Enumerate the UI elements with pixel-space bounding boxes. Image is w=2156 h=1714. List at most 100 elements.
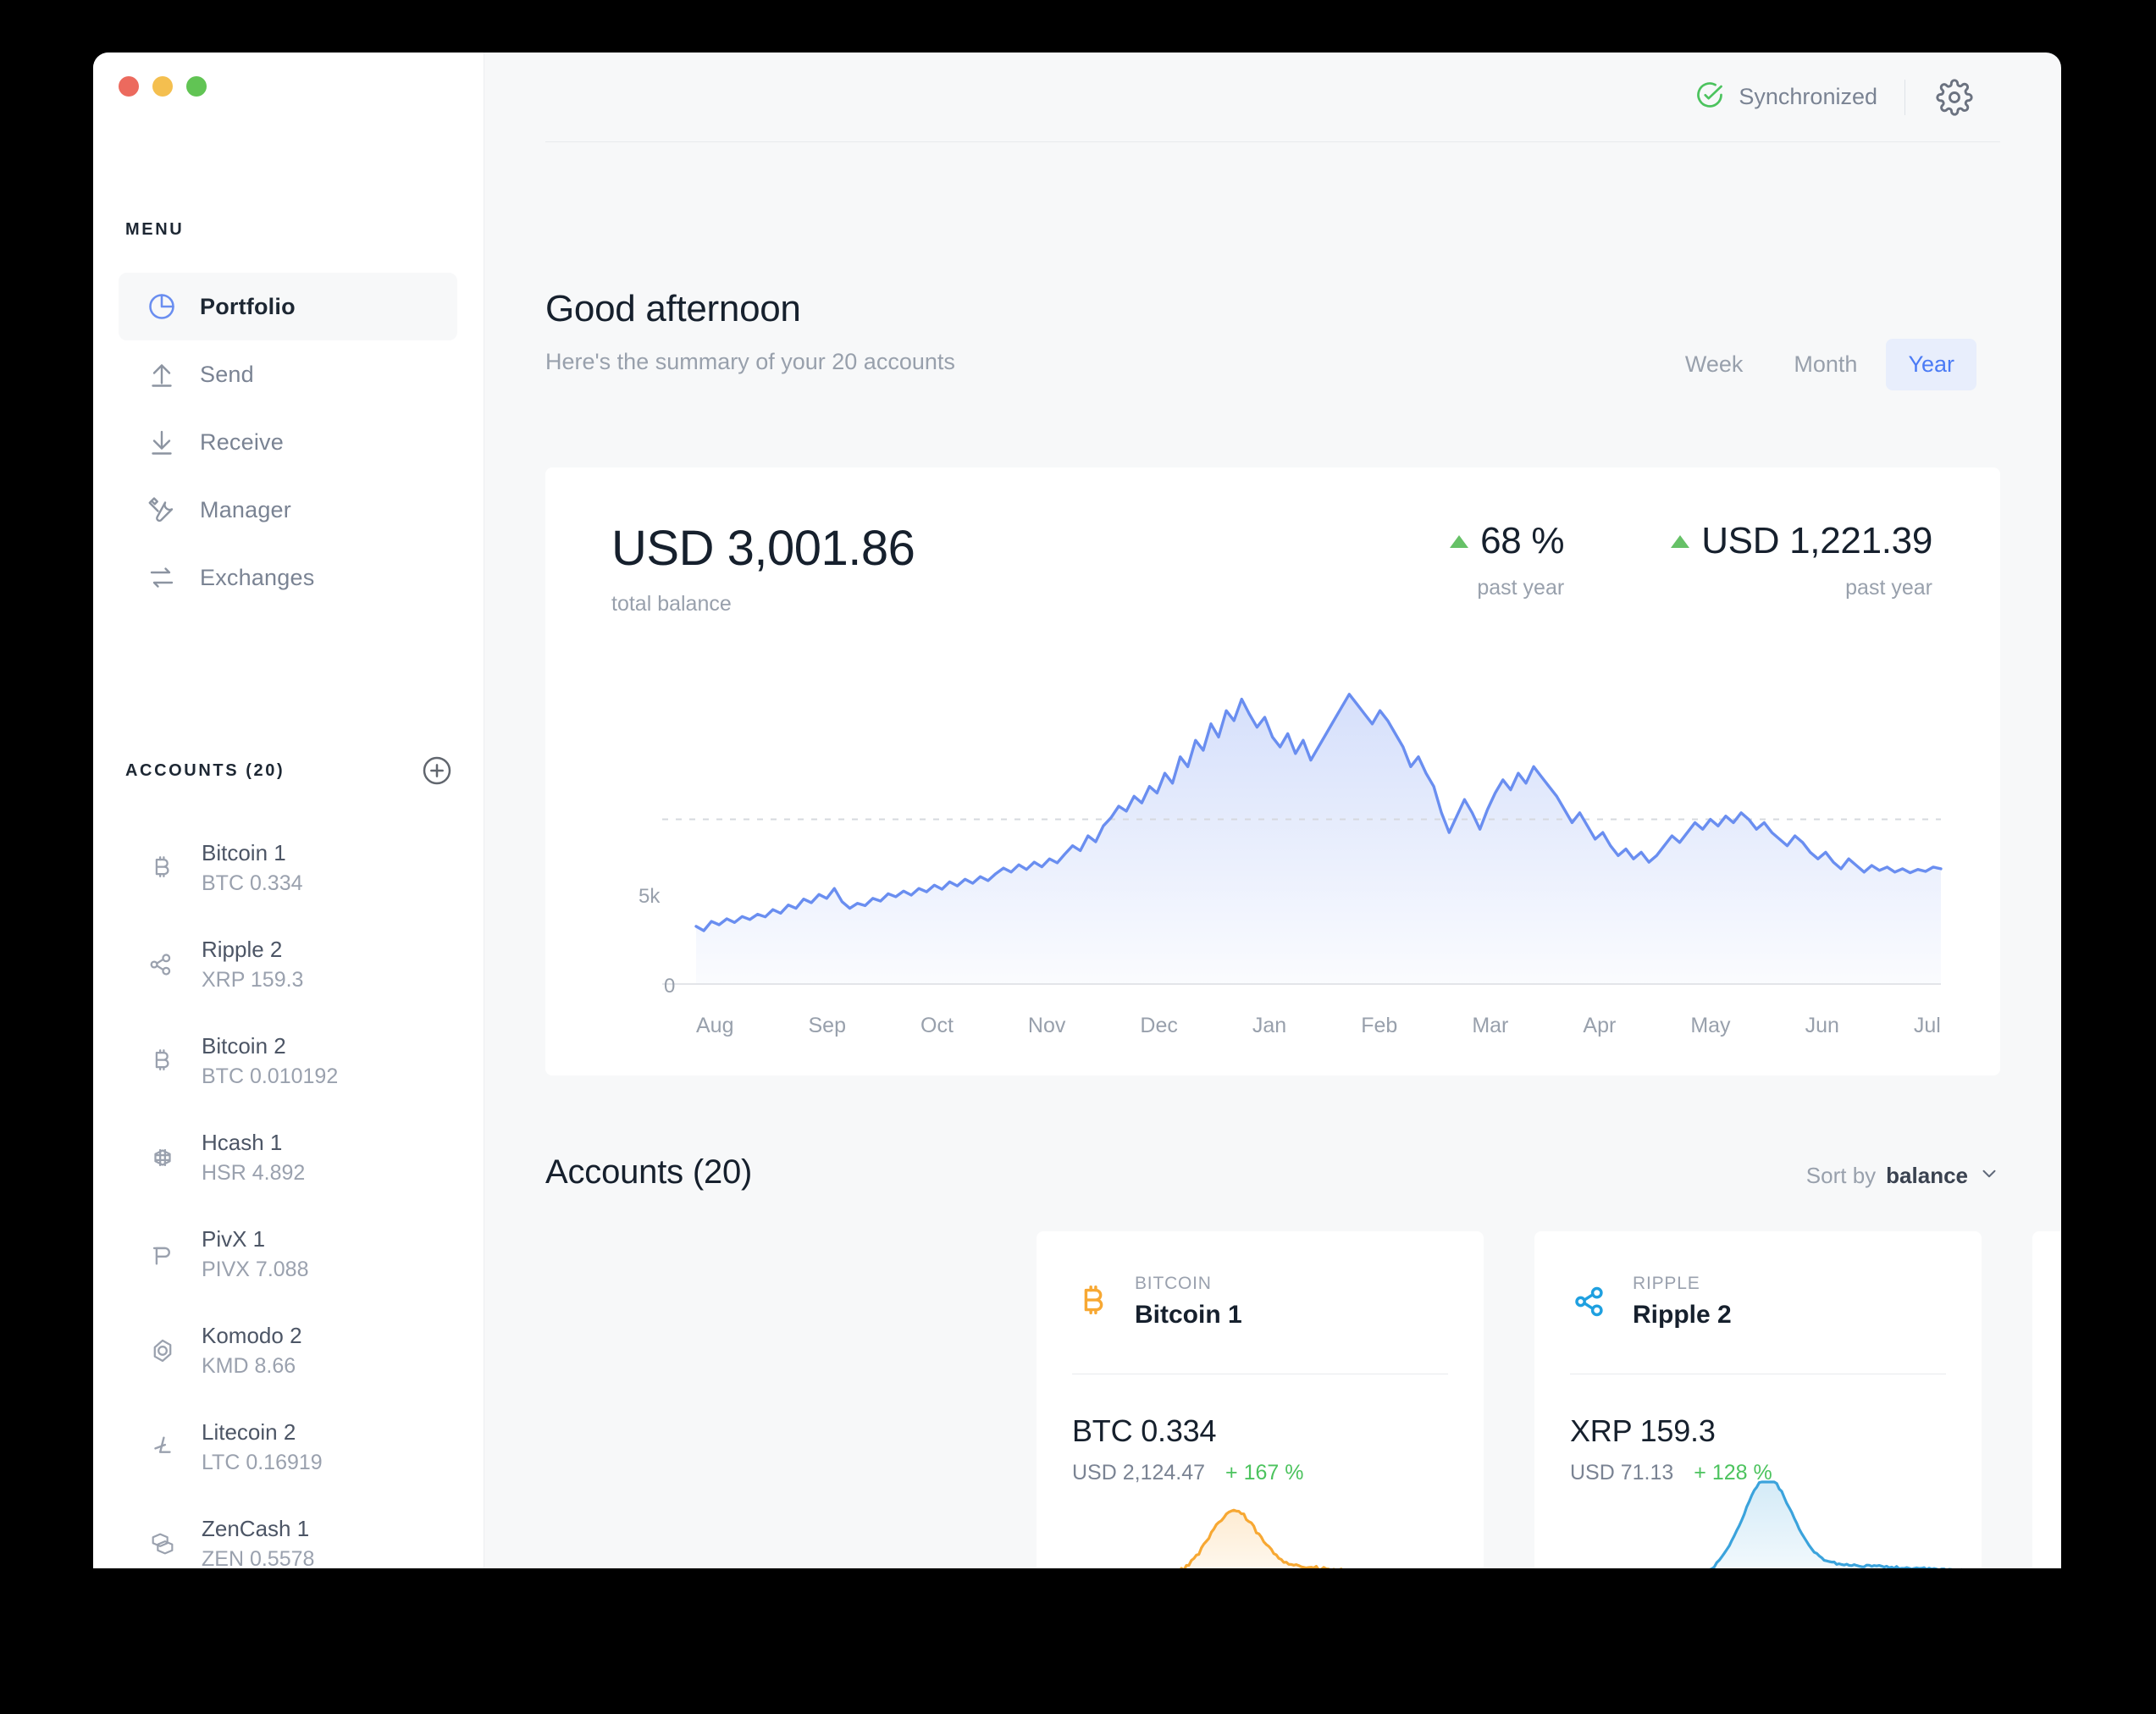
list-item[interactable]: Ripple 2 XRP 159.3 [119, 916, 474, 1013]
bitcoin-icon [146, 1044, 180, 1078]
card-ticker: BITCOIN [1135, 1274, 1242, 1294]
card-sparkline [1534, 1477, 1982, 1568]
card-title-block: RIPPLE Ripple 2 [1633, 1274, 1732, 1330]
account-card-grid: BITCOIN Bitcoin 1 BTC 0.334 USD 2,124.47… [1037, 1231, 2061, 1568]
account-amount: BTC 0.010192 [202, 1064, 338, 1088]
total-balance-value: USD 3,001.86 [611, 520, 915, 577]
sidebar-item-portfolio[interactable]: Portfolio [119, 273, 457, 340]
account-name: Hcash 1 [202, 1130, 305, 1156]
account-amount: HSR 4.892 [202, 1161, 305, 1185]
pivx-icon [146, 1237, 180, 1271]
sync-status-label: Synchronized [1739, 84, 1877, 110]
percent-change-period: past year [1450, 576, 1564, 600]
sidebar-item-label: Portfolio [200, 294, 296, 320]
account-card[interactable]: BITCOIN Bitcoin 2 BTC 0.010192 USD 64.83… [2032, 1231, 2061, 1568]
greeting-block: Good afternoon Here's the summary of you… [545, 288, 955, 375]
minimize-window-button[interactable] [152, 76, 173, 97]
tab-week[interactable]: Week [1663, 339, 1766, 390]
chart-canvas [545, 679, 2000, 1052]
sidebar-item-label: Exchanges [200, 565, 314, 591]
list-item-text: PivX 1 PIVX 7.088 [202, 1226, 308, 1282]
arrow-down-icon [146, 426, 178, 458]
total-balance-block: USD 3,001.86 total balance [611, 520, 915, 616]
swap-arrows-icon [146, 561, 178, 594]
accounts-title: Accounts (20) [545, 1153, 752, 1192]
account-name: ZenCash 1 [202, 1516, 314, 1542]
sort-by-value: balance [1886, 1163, 1968, 1189]
list-item[interactable]: Bitcoin 1 BTC 0.334 [119, 820, 474, 916]
card-ticker: RIPPLE [1633, 1274, 1732, 1294]
portfolio-area-chart[interactable]: 5k 0 Aug Sep Oct Nov Dec Jan Feb Mar Apr… [545, 679, 2000, 1052]
list-item[interactable]: ZenCash 1 ZEN 0.5578 [119, 1496, 474, 1568]
page-title: Good afternoon [545, 288, 955, 330]
card-sparkline [2032, 1477, 2061, 1568]
divider [1904, 80, 1905, 115]
percent-change-block: 68 % past year [1450, 520, 1564, 600]
tab-month[interactable]: Month [1772, 339, 1879, 390]
litecoin-icon [146, 1430, 180, 1464]
list-item[interactable]: Litecoin 2 LTC 0.16919 [119, 1399, 474, 1496]
top-bar: Synchronized [484, 53, 2061, 141]
sidebar-item-receive[interactable]: Receive [119, 408, 457, 476]
account-amount: PIVX 7.088 [202, 1258, 308, 1281]
divider [545, 141, 2000, 142]
list-item-text: Ripple 2 XRP 159.3 [202, 937, 303, 992]
period-tabs: Week Month Year [1663, 339, 1976, 390]
arrow-up-icon [146, 358, 178, 390]
account-card[interactable]: RIPPLE Ripple 2 XRP 159.3 USD 71.13 + 12… [1534, 1231, 1982, 1568]
sort-by-label: Sort by [1806, 1163, 1876, 1189]
y-axis-tick-label: 5k [639, 885, 660, 909]
list-item[interactable]: Hcash 1 HSR 4.892 [119, 1109, 474, 1206]
x-axis-tick-label: Jan [1252, 1014, 1286, 1038]
close-window-button[interactable] [119, 76, 139, 97]
check-circle-icon [1694, 80, 1725, 114]
list-item-text: ZenCash 1 ZEN 0.5578 [202, 1516, 314, 1568]
sidebar-item-send[interactable]: Send [119, 340, 457, 408]
account-name: Litecoin 2 [202, 1419, 323, 1446]
sidebar-item-manager[interactable]: Manager [119, 476, 457, 544]
list-item[interactable]: Komodo 2 KMD 8.66 [119, 1302, 474, 1399]
card-sparkline [1037, 1477, 1484, 1568]
gear-icon[interactable] [1932, 75, 1976, 119]
card-account-name: Ripple 2 [1633, 1301, 1732, 1329]
page-subtitle: Here's the summary of your 20 accounts [545, 349, 955, 375]
x-axis-tick-label: Apr [1583, 1014, 1616, 1038]
list-item[interactable]: PivX 1 PIVX 7.088 [119, 1206, 474, 1302]
list-item-text: Hcash 1 HSR 4.892 [202, 1130, 305, 1186]
x-axis-tick-label: Mar [1472, 1014, 1508, 1038]
account-name: PivX 1 [202, 1226, 308, 1252]
tools-icon [146, 494, 178, 526]
plus-circle-icon[interactable] [418, 752, 456, 789]
trend-up-icon [1450, 535, 1468, 548]
card-account-name: Bitcoin 1 [1135, 1301, 1242, 1329]
card-balance: BTC 0.334 [1072, 1413, 1448, 1449]
x-axis-tick-label: Sep [809, 1014, 846, 1038]
card-title-block: BITCOIN Bitcoin 1 [1135, 1274, 1242, 1330]
x-axis-tick-label: Aug [696, 1014, 733, 1038]
x-axis-tick-label: Oct [920, 1014, 954, 1038]
percent-change-value: 68 % [1480, 520, 1564, 562]
tab-year[interactable]: Year [1886, 339, 1976, 390]
zencash-icon [146, 1527, 180, 1561]
portfolio-chart-card: USD 3,001.86 total balance 68 % past yea… [545, 467, 2000, 1075]
y-axis-tick-label: 0 [664, 975, 675, 998]
account-name: Bitcoin 2 [202, 1033, 338, 1059]
x-axis-tick-label: May [1690, 1014, 1730, 1038]
accounts-section-label: ACCOUNTS (20) [125, 761, 285, 781]
balance-summary: USD 3,001.86 total balance 68 % past yea… [611, 520, 1932, 616]
account-name: Ripple 2 [202, 937, 303, 963]
x-axis-tick-label: Feb [1361, 1014, 1397, 1038]
x-axis-tick-label: Nov [1028, 1014, 1065, 1038]
sidebar-item-label: Manager [200, 497, 291, 523]
value-change-block: USD 1,221.39 past year [1671, 520, 1932, 600]
pie-chart-icon [146, 290, 178, 323]
window-controls [119, 76, 207, 97]
account-card[interactable]: BITCOIN Bitcoin 1 BTC 0.334 USD 2,124.47… [1037, 1231, 1484, 1568]
x-axis-tick-label: Jun [1805, 1014, 1839, 1038]
bitcoin-icon [1072, 1280, 1116, 1324]
sidebar: MENU Portfolio Send [93, 53, 484, 1568]
sort-by-control[interactable]: Sort by balance [1806, 1163, 2000, 1189]
sidebar-item-exchanges[interactable]: Exchanges [119, 544, 457, 611]
list-item[interactable]: Bitcoin 2 BTC 0.010192 [119, 1013, 474, 1109]
maximize-window-button[interactable] [186, 76, 207, 97]
